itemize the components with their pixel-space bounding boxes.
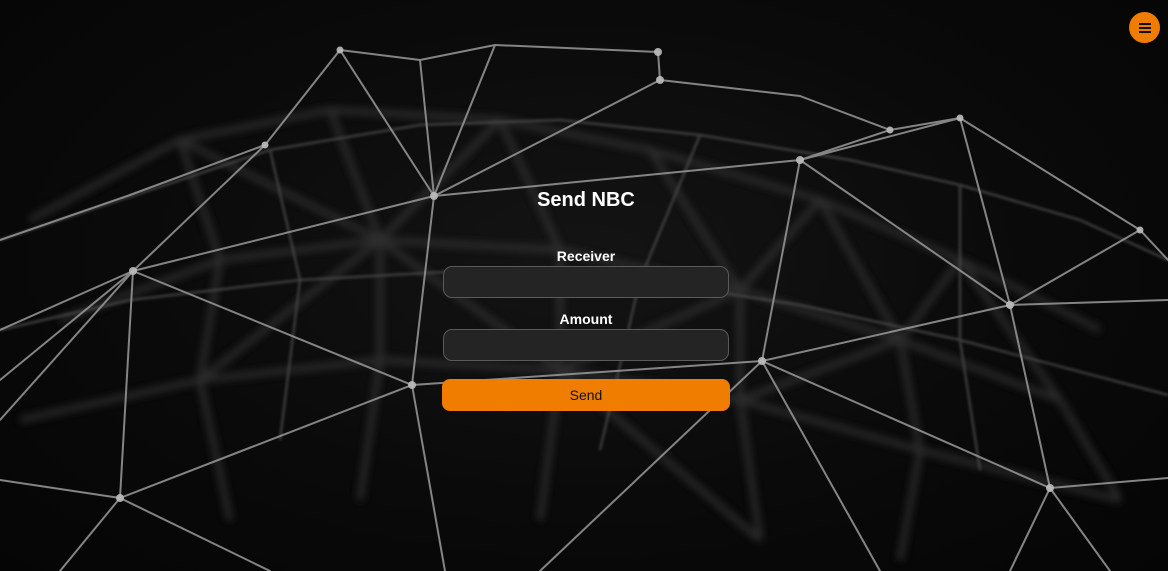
send-button[interactable]: Send	[442, 379, 730, 411]
amount-label: Amount	[559, 311, 613, 327]
send-form: Send NBC Receiver Amount Send	[442, 186, 730, 411]
hamburger-menu-icon	[1138, 22, 1151, 33]
receiver-label: Receiver	[556, 248, 616, 264]
amount-input[interactable]	[443, 329, 729, 361]
receiver-input[interactable]	[443, 266, 729, 298]
menu-button[interactable]	[1129, 12, 1160, 43]
page-title: Send NBC	[537, 189, 635, 211]
page: Send NBC Receiver Amount Send	[0, 0, 1168, 571]
